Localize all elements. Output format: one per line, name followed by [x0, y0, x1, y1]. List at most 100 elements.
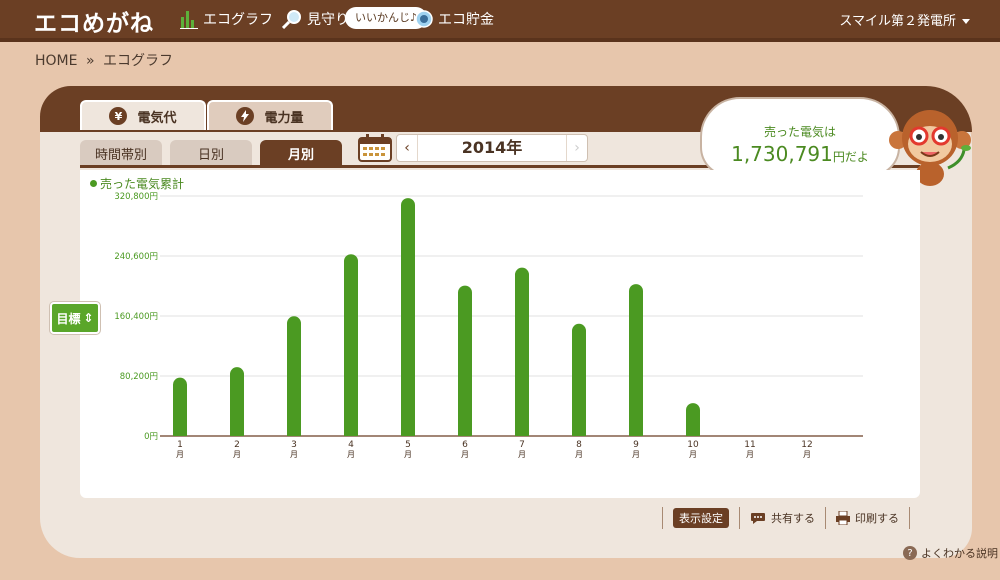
bar-month-2[interactable] — [230, 367, 244, 436]
y-tick-label: 160,400円 — [114, 312, 158, 322]
x-tick-unit: 月 — [461, 450, 469, 459]
yen-icon: ¥ — [109, 107, 128, 125]
nav-savings-label: エコ貯金 — [438, 12, 494, 28]
tab-daily[interactable]: 日別 — [170, 140, 252, 166]
tab-power-amount-label: 電力量 — [264, 110, 304, 126]
bar-month-9[interactable] — [629, 284, 643, 436]
speech-bubble-icon — [751, 512, 765, 524]
bottom-toolbar: 表示設定 共有する 印刷する — [662, 507, 910, 529]
x-tick-unit: 月 — [290, 450, 298, 459]
magnifier-icon — [282, 10, 301, 29]
tab-power-amount[interactable]: 電力量 — [207, 100, 333, 130]
display-settings-button[interactable]: 表示設定 — [673, 508, 729, 528]
share-label: 共有する — [771, 512, 815, 525]
brand-logo[interactable]: エコめがね — [34, 4, 154, 38]
printer-icon — [836, 511, 850, 525]
y-tick-label: 0円 — [144, 432, 158, 442]
bar-month-3[interactable] — [287, 316, 301, 436]
bar-month-5[interactable] — [401, 198, 415, 436]
x-tick-label: 8 — [576, 440, 582, 450]
x-tick-label: 5 — [405, 440, 411, 450]
nav-savings[interactable]: エコ貯金 — [415, 9, 494, 29]
target-button-label: 目標 — [56, 311, 81, 326]
x-tick-unit: 月 — [404, 450, 412, 459]
bubble-amount-line: 1,730,791円だよ — [702, 142, 898, 166]
breadcrumb-current: エコグラフ — [102, 53, 173, 69]
display-settings[interactable]: 表示設定 — [663, 508, 739, 528]
help-label: よくわかる説明 — [921, 547, 998, 560]
breadcrumb-separator: » — [85, 53, 95, 69]
x-tick-unit: 月 — [689, 450, 697, 459]
x-tick-unit: 月 — [176, 450, 184, 459]
breadcrumb: HOME » エコグラフ — [35, 50, 173, 70]
sold-electricity-total: 1,730,791 — [731, 142, 833, 166]
bar-month-6-base — [458, 429, 472, 436]
nav-mimamori[interactable]: 見守り — [282, 9, 349, 29]
toolbar-divider — [909, 507, 910, 529]
prev-year-button[interactable]: ‹ — [397, 140, 417, 156]
bar-month-4[interactable] — [344, 254, 358, 436]
x-tick-unit: 月 — [518, 450, 526, 459]
nav-ecograph[interactable]: エコグラフ — [180, 9, 273, 29]
print-label: 印刷する — [855, 512, 899, 525]
help-link[interactable]: ? よくわかる説明 — [903, 545, 998, 561]
bar-month-1[interactable] — [173, 377, 187, 436]
speech-bubble: 売った電気は 1,730,791円だよ — [700, 97, 900, 177]
nav-mimamori-label: 見守り — [307, 12, 349, 28]
tab-electricity-cost-label: 電気代 — [137, 110, 177, 126]
bar-month-8[interactable] — [572, 323, 586, 436]
bubble-suffix: 円だよ — [832, 150, 869, 164]
x-tick-unit: 月 — [347, 450, 355, 459]
bubble-label: 売った電気は — [763, 125, 836, 139]
x-tick-unit: 月 — [575, 450, 583, 459]
x-tick-label: 1 — [177, 440, 183, 450]
bar-month-4-base — [344, 429, 358, 436]
next-year-button[interactable]: › — [567, 140, 587, 156]
bar-chart-icon — [180, 11, 198, 29]
tab-hourly[interactable]: 時間帯別 — [80, 140, 162, 166]
plant-selector[interactable]: スマイル第２発電所 — [839, 10, 970, 29]
year-navigator: ‹ 2014年 › — [396, 134, 588, 162]
monthly-sales-chart: 0円80,200円160,400円240,600円320,800円1月2月3月4… — [114, 192, 863, 459]
y-tick-label: 320,800円 — [114, 192, 158, 202]
up-down-arrow-icon: ⇕ — [83, 311, 94, 325]
x-tick-label: 10 — [687, 440, 699, 450]
x-tick-label: 2 — [234, 440, 240, 450]
top-bar: エコめがね エコグラフ 見守り いいかんじ♪ エコ貯金 スマイル第２発電所 — [0, 0, 1000, 42]
calendar-icon[interactable] — [358, 134, 392, 162]
x-tick-label: 6 — [462, 440, 468, 450]
bar-month-1-base — [173, 429, 187, 436]
bar-month-9-base — [629, 429, 643, 436]
tab-electricity-cost[interactable]: ¥ 電気代 — [80, 100, 206, 130]
x-tick-label: 3 — [291, 440, 297, 450]
question-icon: ? — [903, 546, 917, 560]
x-tick-label: 4 — [348, 440, 354, 450]
plant-selector-label: スマイル第２発電所 — [839, 14, 956, 29]
lightning-icon — [236, 107, 255, 125]
chevron-down-icon — [962, 19, 970, 24]
target-button[interactable]: 目標 ⇕ — [50, 302, 100, 334]
x-tick-label: 9 — [633, 440, 639, 450]
bar-month-2-base — [230, 429, 244, 436]
x-tick-unit: 月 — [233, 450, 241, 459]
y-tick-label: 80,200円 — [120, 372, 158, 382]
current-year: 2014年 — [417, 135, 567, 161]
bar-month-3-base — [287, 429, 301, 436]
bar-month-7-base — [515, 429, 529, 436]
bar-month-8-base — [572, 429, 586, 436]
breadcrumb-home[interactable]: HOME — [35, 53, 77, 69]
x-tick-unit: 月 — [632, 450, 640, 459]
nav-ecograph-label: エコグラフ — [203, 12, 273, 28]
share-button[interactable]: 共有する — [740, 510, 825, 526]
tab-monthly[interactable]: 月別 — [260, 140, 342, 166]
x-tick-unit: 月 — [803, 450, 811, 459]
y-tick-label: 240,600円 — [114, 252, 158, 262]
x-tick-label: 11 — [744, 440, 755, 450]
print-button[interactable]: 印刷する — [826, 510, 909, 526]
x-tick-label: 7 — [519, 440, 525, 450]
x-tick-label: 12 — [801, 440, 812, 450]
x-tick-unit: 月 — [746, 450, 754, 459]
bar-month-7[interactable] — [515, 267, 529, 436]
bar-month-6[interactable] — [458, 285, 472, 436]
bar-month-10-base — [686, 429, 700, 436]
